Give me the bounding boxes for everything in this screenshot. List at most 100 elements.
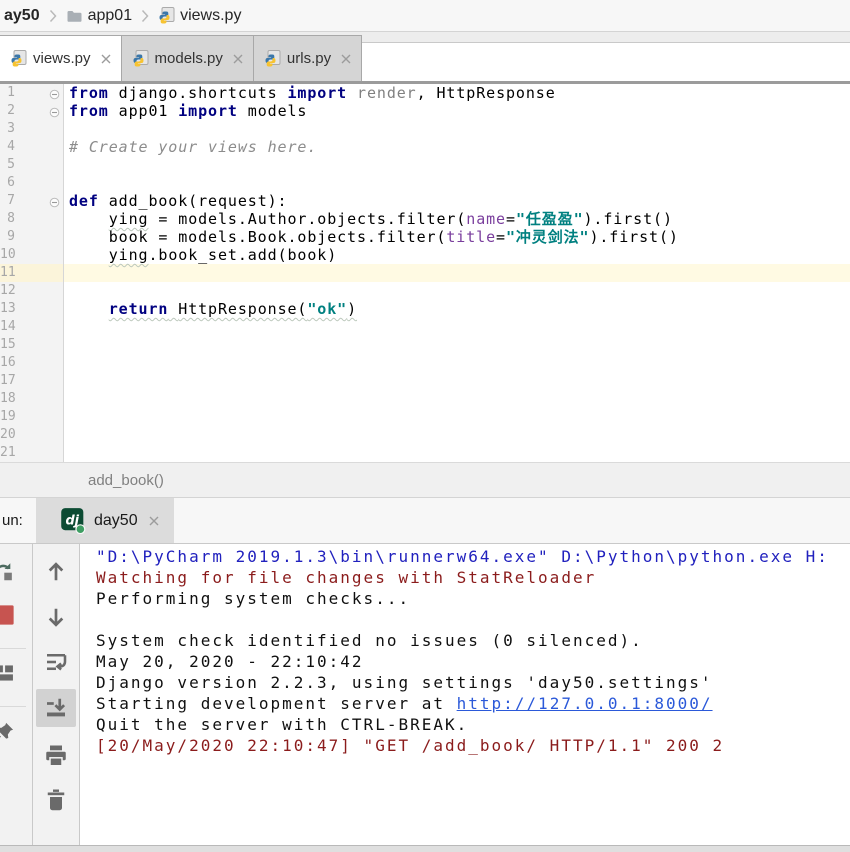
line-number[interactable]: 6 <box>0 174 15 192</box>
code-line[interactable]: 9 book = models.Book.objects.filter(titl… <box>0 228 850 246</box>
breadcrumb-item-ay50[interactable]: ay50 <box>2 7 42 25</box>
line-number[interactable]: 12 <box>0 282 15 300</box>
line-number[interactable]: 9 <box>0 228 15 246</box>
code-line[interactable]: 11 <box>0 264 850 282</box>
line-number[interactable]: 14 <box>0 318 15 336</box>
console-text: "D:\PyCharm 2019.1.3\bin\runnerw64.exe" … <box>96 547 829 566</box>
line-number[interactable]: 18 <box>0 390 15 408</box>
divider <box>0 648 26 649</box>
line-number[interactable]: 3 <box>0 120 15 138</box>
line-number[interactable]: 15 <box>0 336 15 354</box>
gutter[interactable]: 6 <box>0 174 64 192</box>
gutter[interactable]: 12 <box>0 282 64 300</box>
code-line[interactable]: 4# Create your views here. <box>0 138 850 156</box>
line-number[interactable]: 4 <box>0 138 15 156</box>
close-icon[interactable] <box>232 53 244 65</box>
trash-button[interactable] <box>44 788 68 812</box>
chevron-icon <box>134 9 156 23</box>
console-text: Performing system checks... <box>96 589 410 608</box>
pin-button[interactable] <box>0 720 16 744</box>
function-breadcrumb[interactable]: add_book() <box>88 472 164 489</box>
scroll-to-end-icon <box>44 696 68 720</box>
stop-button[interactable] <box>0 603 16 627</box>
line-number[interactable]: 19 <box>0 408 15 426</box>
gutter[interactable]: 14 <box>0 318 64 336</box>
up-arrow-button[interactable] <box>44 560 68 584</box>
code-line[interactable]: 19 <box>0 408 850 426</box>
code-line[interactable]: 20 <box>0 426 850 444</box>
code-line[interactable]: 15 <box>0 336 850 354</box>
run-tool-strip: un: dj day50 <box>0 498 850 543</box>
breadcrumb-item-views.py[interactable]: views.py <box>156 7 243 25</box>
code-line[interactable]: 17 <box>0 372 850 390</box>
code-line[interactable]: 13 return HttpResponse("ok") <box>0 300 850 318</box>
gutter[interactable]: 17 <box>0 372 64 390</box>
gutter[interactable]: 9 <box>0 228 64 246</box>
line-number[interactable]: 5 <box>0 156 15 174</box>
code-line[interactable]: 1from django.shortcuts import render, Ht… <box>0 84 850 102</box>
line-number[interactable]: 8 <box>0 210 15 228</box>
gutter[interactable]: 2 <box>0 102 64 120</box>
line-number[interactable]: 16 <box>0 354 15 372</box>
close-icon[interactable] <box>100 53 112 65</box>
line-number[interactable]: 20 <box>0 426 15 444</box>
line-number[interactable]: 13 <box>0 300 15 318</box>
gutter[interactable]: 11 <box>0 264 64 282</box>
gutter[interactable]: 7 <box>0 192 64 210</box>
console-line: System check identified no issues (0 sil… <box>96 630 850 651</box>
tab-views.py[interactable]: views.py <box>0 35 122 81</box>
down-arrow-button[interactable] <box>44 605 68 629</box>
line-number[interactable]: 11 <box>0 264 15 282</box>
console-line <box>96 609 850 630</box>
gutter[interactable]: 16 <box>0 354 64 372</box>
code-line[interactable]: 14 <box>0 318 850 336</box>
server-url-link[interactable]: http://127.0.0.1:8000/ <box>457 694 713 713</box>
python-file-icon <box>264 50 281 67</box>
soft-wrap-button[interactable] <box>44 650 68 674</box>
gutter[interactable]: 21 <box>0 444 64 462</box>
close-icon[interactable] <box>340 53 352 65</box>
gutter[interactable]: 8 <box>0 210 64 228</box>
scroll-to-end-button[interactable] <box>36 689 76 727</box>
gutter[interactable]: 20 <box>0 426 64 444</box>
line-number[interactable]: 17 <box>0 372 15 390</box>
code-line[interactable]: 18 <box>0 390 850 408</box>
breadcrumb-item-app01[interactable]: app01 <box>64 7 135 25</box>
code-line[interactable]: 8 ying = models.Author.objects.filter(na… <box>0 210 850 228</box>
gutter[interactable]: 4 <box>0 138 64 156</box>
rerun-button[interactable] <box>0 560 16 584</box>
gutter[interactable]: 19 <box>0 408 64 426</box>
gutter[interactable]: 13 <box>0 300 64 318</box>
gutter[interactable]: 1 <box>0 84 64 102</box>
tab-models.py[interactable]: models.py <box>121 35 254 81</box>
editor-code[interactable]: 1from django.shortcuts import render, Ht… <box>0 84 850 462</box>
line-number[interactable]: 7 <box>0 192 15 210</box>
gutter[interactable]: 5 <box>0 156 64 174</box>
code-line[interactable]: 12 <box>0 282 850 300</box>
line-number[interactable]: 2 <box>0 102 15 120</box>
console-text: [20/May/2020 22:10:47] "GET /add_book/ H… <box>96 736 724 755</box>
code-line[interactable]: 21 <box>0 444 850 462</box>
code-line[interactable]: 16 <box>0 354 850 372</box>
line-number[interactable]: 21 <box>0 444 15 462</box>
line-number[interactable]: 1 <box>0 84 15 102</box>
run-tab-day50[interactable]: dj day50 <box>36 498 174 543</box>
code-line[interactable]: 7def add_book(request): <box>0 192 850 210</box>
close-icon[interactable] <box>148 515 160 527</box>
gutter[interactable]: 10 <box>0 246 64 264</box>
code-line[interactable]: 5 <box>0 156 850 174</box>
line-number[interactable]: 10 <box>0 246 15 264</box>
gutter[interactable]: 18 <box>0 390 64 408</box>
code-line[interactable]: 3 <box>0 120 850 138</box>
run-label: un: <box>0 512 36 529</box>
code-line[interactable]: 6 <box>0 174 850 192</box>
code-line[interactable]: 2from app01 import models <box>0 102 850 120</box>
console-output[interactable]: "D:\PyCharm 2019.1.3\bin\runnerw64.exe" … <box>80 544 850 845</box>
printer-button[interactable] <box>44 744 68 768</box>
console-line: Performing system checks... <box>96 588 850 609</box>
code-line[interactable]: 10 ying.book_set.add(book) <box>0 246 850 264</box>
gutter[interactable]: 3 <box>0 120 64 138</box>
tab-urls.py[interactable]: urls.py <box>253 35 362 81</box>
restore-layout-button[interactable] <box>0 661 16 685</box>
gutter[interactable]: 15 <box>0 336 64 354</box>
